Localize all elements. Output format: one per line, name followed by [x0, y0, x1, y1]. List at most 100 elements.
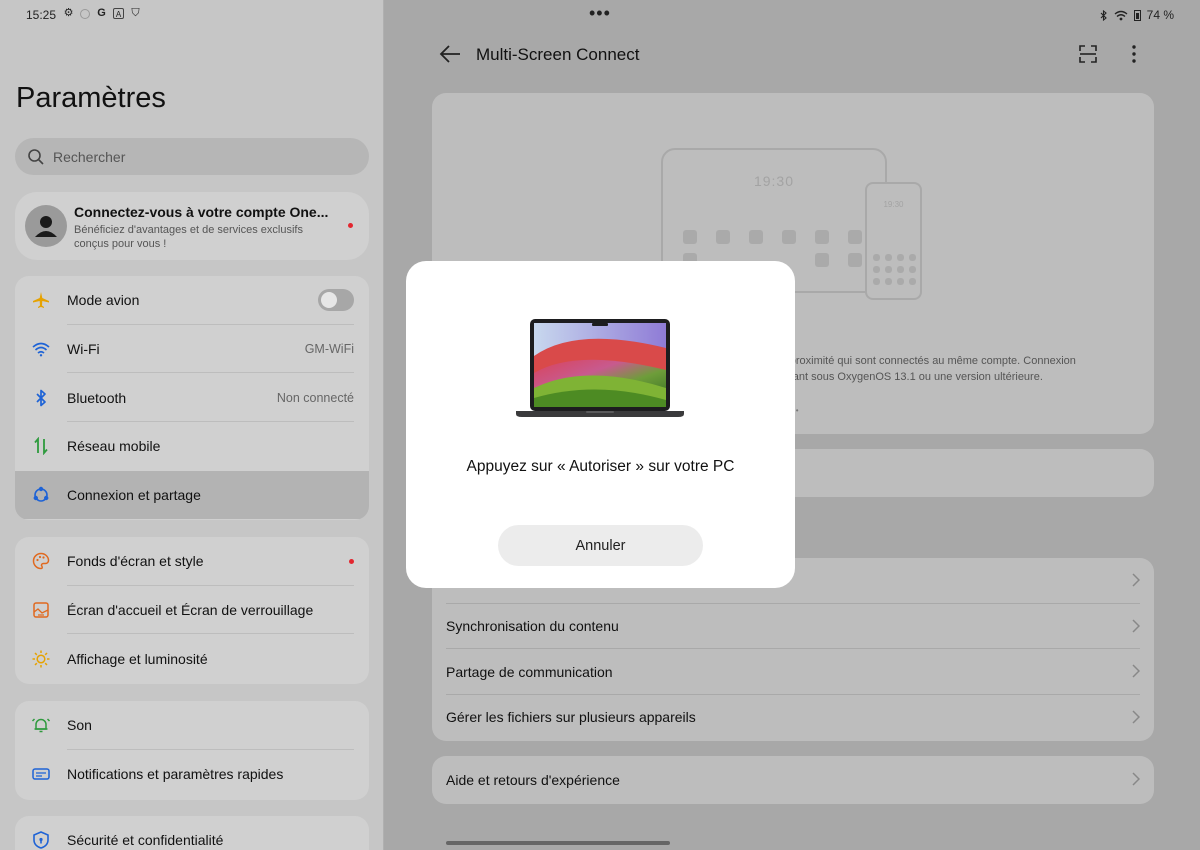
chevron-right-icon [1132, 772, 1140, 786]
authorization-dialog: Appuyez sur « Autoriser » sur votre PC A… [406, 261, 795, 588]
mobile-network-icon [31, 436, 51, 456]
palette-icon [31, 551, 51, 571]
sidebar-item-label: Fonds d'écran et style [67, 553, 204, 570]
airplane-icon [31, 290, 51, 310]
phone-illustration: 19:30 [865, 182, 922, 300]
sidebar-item-display-brightness[interactable]: Affichage et luminosité [15, 634, 369, 683]
notification-dot [349, 559, 354, 564]
sidebar-item-notifications[interactable]: Notifications et paramètres rapides [15, 750, 369, 799]
description-line: s à proximité qui sont connectés au même… [772, 355, 1076, 367]
chevron-right-icon [1132, 618, 1140, 633]
list-item-communication-sharing[interactable]: Partage de communication [432, 649, 1154, 695]
battery-level: 74 % [1146, 8, 1174, 22]
list-item-label: Synchronisation du contenu [446, 618, 619, 635]
sidebar-item-label: Son [67, 717, 92, 734]
app-icon [909, 278, 916, 285]
wifi-network-name: GM-WiFi [304, 342, 354, 357]
app-icon [909, 266, 916, 273]
multitask-dots[interactable]: ••• [589, 3, 611, 24]
screen-title: Multi-Screen Connect [476, 45, 640, 64]
bluetooth-icon [31, 388, 51, 408]
list-item-content-sync[interactable]: Synchronisation du contenu [432, 604, 1154, 649]
sidebar-item-wallpaper-style[interactable]: Fonds d'écran et style [15, 537, 369, 586]
sidebar-item-security[interactable]: Sécurité et confidentialité [15, 816, 369, 850]
app-icon [782, 230, 796, 244]
sidebar-item-label: Sécurité et confidentialité [67, 832, 224, 849]
bluetooth-status: Non connecté [276, 390, 354, 405]
sidebar-item-home-lock-screen[interactable]: Écran d'accueil et Écran de verrouillage [15, 586, 369, 635]
app-icon [815, 253, 829, 267]
account-subtitle: Bénéficiez d'avantages et de services ex… [74, 224, 303, 250]
security-group: Sécurité et confidentialité [15, 816, 369, 850]
gear-icon: ⚙ [63, 7, 74, 19]
tablet-clock: 19:30 [753, 173, 795, 189]
brightness-icon [31, 649, 51, 669]
sidebar-item-connection-sharing[interactable]: Connexion et partage [15, 470, 369, 520]
app-icon [716, 230, 730, 244]
back-button[interactable] [439, 44, 461, 69]
search-bar[interactable] [15, 138, 369, 175]
account-card[interactable]: Connectez-vous à votre compte One... Bén… [15, 192, 369, 260]
dialog-message: Appuyez sur « Autoriser » sur votre PC [466, 458, 735, 475]
app-icon [897, 254, 904, 261]
app-icon [897, 266, 904, 273]
back-arrow-icon [439, 45, 460, 63]
search-icon [28, 148, 44, 165]
description-line: ionnant sous OxygenOS 13.1 ou une versio… [772, 371, 1043, 383]
notification-dot [348, 223, 353, 228]
status-bar: 15:25 ⚙ G A ⛉ ••• 74 % [0, 0, 1200, 30]
page-title: Paramètres [16, 82, 166, 114]
sidebar-item-label: Écran d'accueil et Écran de verrouillage [67, 602, 314, 619]
sidebar-item-airplane-mode[interactable]: Mode avion [15, 276, 369, 325]
sidebar-item-label: Affichage et luminosité [67, 650, 208, 667]
help-feedback-label: Aide et retours d'expérience [446, 772, 620, 788]
status-icons-left: ⚙ G A ⛉ [63, 8, 141, 19]
sound-notifications-group: Son Notifications et paramètres rapides [15, 701, 369, 800]
notifications-icon [31, 764, 51, 784]
phone-clock: 19:30 [883, 200, 904, 209]
sidebar-item-wifi[interactable]: Wi-Fi GM-WiFi [15, 325, 369, 374]
bluetooth-status-icon [1100, 9, 1107, 21]
sidebar-item-label: Bluetooth [67, 389, 127, 406]
connectivity-group: Mode avion Wi-Fi GM-WiFi Bluetooth Non c… [15, 276, 369, 520]
user-icon [35, 216, 57, 237]
app-icon [885, 254, 892, 261]
app-icon [873, 278, 880, 285]
sidebar-item-label: Réseau mobile [67, 438, 161, 455]
list-item-label: Partage de communication [446, 663, 613, 680]
home-screen-icon [31, 600, 51, 620]
chevron-right-icon [1132, 664, 1140, 678]
security-icon [31, 830, 51, 850]
list-item-label: Gérer les fichiers sur plusieurs apparei… [446, 709, 696, 726]
chevron-right-icon [1132, 709, 1140, 724]
cancel-button[interactable]: Annuler [498, 525, 703, 566]
status-time: 15:25 [26, 8, 57, 22]
sidebar-item-label: Mode avion [67, 292, 140, 309]
wifi-icon [31, 339, 51, 359]
settings-sidebar: Paramètres Connectez-vous à votre compte… [0, 0, 384, 850]
sidebar-item-label: Connexion et partage [67, 487, 201, 504]
sidebar-item-label: Wi-Fi [67, 341, 100, 358]
search-input[interactable] [53, 148, 333, 165]
app-icon [749, 230, 763, 244]
bell-icon [31, 715, 51, 735]
circle-icon [80, 8, 90, 19]
more-options-button[interactable] [1128, 44, 1140, 69]
google-icon: G [97, 7, 106, 19]
help-feedback-item[interactable]: Aide et retours d'expérience [432, 756, 1154, 804]
list-item-manage-files[interactable]: Gérer les fichiers sur plusieurs apparei… [432, 695, 1154, 741]
translate-icon: A [113, 8, 124, 19]
app-icon [873, 266, 880, 273]
app-icon [815, 230, 829, 244]
avatar [25, 205, 67, 247]
sidebar-item-sound[interactable]: Son [15, 701, 369, 750]
home-indicator[interactable] [446, 841, 670, 845]
sidebar-item-bluetooth[interactable]: Bluetooth Non connecté [15, 373, 369, 423]
app-icon [909, 254, 916, 261]
app-icon [885, 278, 892, 285]
scan-icon [1079, 45, 1097, 63]
airplane-mode-toggle[interactable] [318, 289, 354, 312]
battery-icon [1133, 9, 1141, 21]
sidebar-item-mobile-network[interactable]: Réseau mobile [15, 422, 369, 471]
scan-button[interactable] [1078, 44, 1098, 69]
